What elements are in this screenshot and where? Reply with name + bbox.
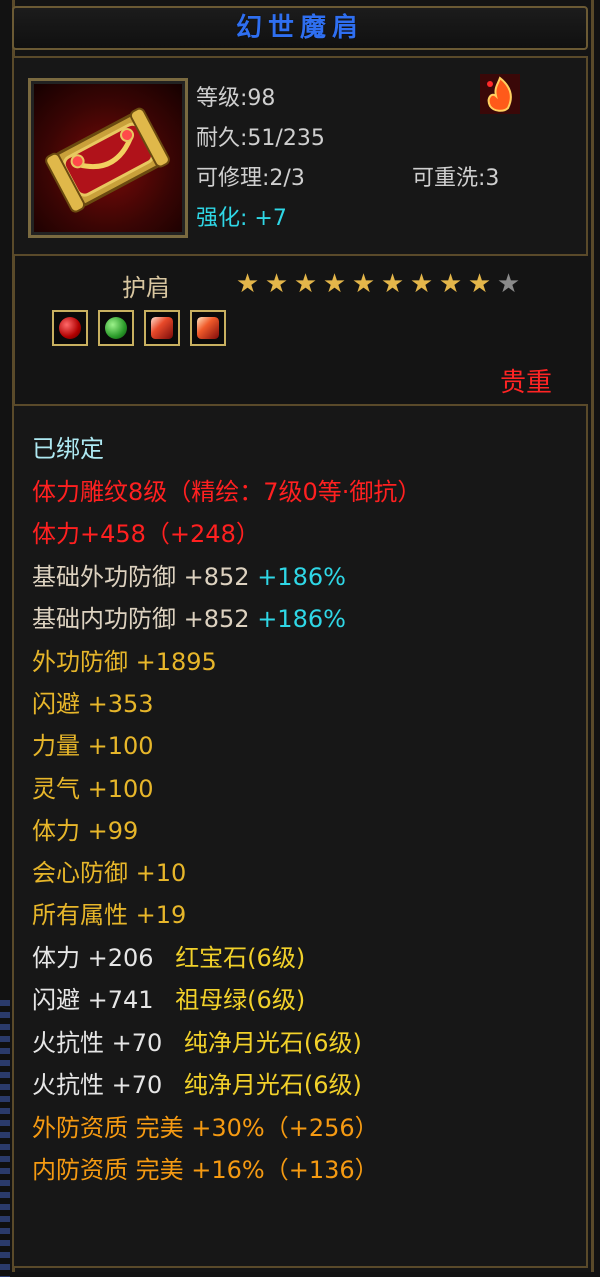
- star-icon: ★: [467, 269, 492, 299]
- quality-line: 内防资质 完美 +16%（+136）: [32, 1156, 379, 1184]
- stat-line: 外功防御 +1895: [32, 648, 217, 676]
- gem-name: 红宝石(6级): [175, 944, 306, 972]
- stat-line: 所有属性 +19: [32, 901, 187, 929]
- slot-type: 护肩: [122, 274, 170, 302]
- stat-line: 力量 +100: [32, 732, 154, 760]
- star-icon: ★: [322, 269, 347, 299]
- gem-stat-line: 体力 +206 红宝石(6级): [32, 943, 305, 973]
- stat-line: 会心防御 +10: [32, 859, 187, 887]
- fire-feather-icon: [190, 310, 226, 346]
- base-magic-defense: 基础内功防御 +852 +186%: [32, 604, 346, 634]
- star-rating: ★ ★ ★ ★ ★ ★ ★ ★ ★ ★: [234, 271, 522, 299]
- shoulder-armor-icon: [28, 78, 188, 238]
- vitality-base-line: 体力+458（+248）: [32, 520, 260, 548]
- stat-line: 体力 +99: [32, 817, 139, 845]
- engrave-line: 体力雕纹8级（精绘：7级0等·御抗）: [32, 478, 422, 506]
- green-gem-icon: [98, 310, 134, 346]
- quality-line: 外防资质 完美 +30%（+256）: [32, 1114, 379, 1142]
- stats-panel: 已绑定 体力雕纹8级（精绘：7级0等·御抗） 体力+458（+248） 基础外功…: [12, 404, 588, 1268]
- item-repairable: 可修理:2/3: [196, 166, 305, 191]
- gem-name: 祖母绿(6级): [175, 986, 306, 1014]
- star-empty-icon: ★: [496, 269, 521, 299]
- item-level: 等级:98: [196, 86, 276, 111]
- item-enhance-level: 强化: +7: [196, 206, 287, 231]
- fire-emblem-icon: [480, 74, 520, 114]
- gem-stat-value: 体力 +206: [32, 944, 154, 972]
- red-gem-icon: [52, 310, 88, 346]
- star-icon: ★: [264, 269, 289, 299]
- star-icon: ★: [380, 269, 405, 299]
- star-icon: ★: [409, 269, 434, 299]
- gem-stat-value: 火抗性 +70: [32, 1029, 163, 1057]
- rarity-label: 贵重: [499, 368, 552, 398]
- item-name: 幻世魔肩: [235, 13, 364, 43]
- star-icon: ★: [293, 269, 318, 299]
- base-physical-defense: 基础外功防御 +852 +186%: [32, 562, 346, 592]
- item-header-panel: 等级:98 耐久:51/235 可修理:2/3 可重洗:3 强化: +7: [12, 56, 588, 256]
- item-rewashable: 可重洗:3: [412, 166, 500, 191]
- fire-feather-icon: [144, 310, 180, 346]
- stat-value: 基础外功防御 +852: [32, 563, 250, 591]
- stat-percent: +186%: [257, 605, 346, 633]
- gem-stat-line: 火抗性 +70 纯净月光石(6级): [32, 1070, 362, 1100]
- bound-status: 已绑定: [32, 435, 104, 463]
- star-icon: ★: [235, 269, 260, 299]
- gem-stat-value: 闪避 +741: [32, 986, 154, 1014]
- star-icon: ★: [351, 269, 376, 299]
- gem-slots: [52, 310, 226, 346]
- background-deco: [0, 1000, 10, 1277]
- stat-value: 基础内功防御 +852: [32, 605, 250, 633]
- stat-line: 闪避 +353: [32, 690, 154, 718]
- slot-section: 护肩 ★ ★ ★ ★ ★ ★ ★ ★ ★ ★ 贵重: [12, 262, 588, 398]
- gem-name: 纯净月光石(6级): [183, 1071, 362, 1099]
- gem-stat-line: 闪避 +741 祖母绿(6级): [32, 985, 305, 1015]
- stat-line: 灵气 +100: [32, 775, 154, 803]
- item-title-bar: 幻世魔肩: [12, 6, 588, 50]
- gem-stat-value: 火抗性 +70: [32, 1071, 163, 1099]
- stat-percent: +186%: [257, 563, 346, 591]
- item-durability: 耐久:51/235: [196, 126, 325, 151]
- star-icon: ★: [438, 269, 463, 299]
- gem-stat-line: 火抗性 +70 纯净月光石(6级): [32, 1028, 362, 1058]
- gem-name: 纯净月光石(6级): [183, 1029, 362, 1057]
